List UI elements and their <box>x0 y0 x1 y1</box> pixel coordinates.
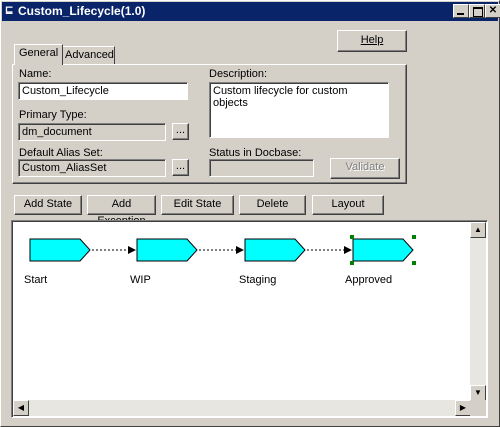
add-exception-button[interactable]: Add Exception <box>87 195 156 227</box>
scroll-up-arrow[interactable]: ▲ <box>470 222 486 238</box>
tab-general[interactable]: General <box>14 44 64 65</box>
alias-set-browse-button[interactable]: ... <box>172 159 189 176</box>
validate-button[interactable]: Validate <box>330 158 400 179</box>
vertical-scrollbar[interactable]: ▲ ▼ <box>470 222 486 401</box>
name-label: Name: <box>19 68 52 80</box>
scroll-down-arrow[interactable]: ▼ <box>470 385 486 401</box>
state-label-staging: Staging <box>239 274 277 286</box>
selection-handle[interactable] <box>350 235 354 239</box>
state-label-wip: WIP <box>130 274 151 286</box>
selection-handle[interactable] <box>350 261 354 265</box>
minimize-button[interactable] <box>453 4 469 18</box>
delete-button[interactable]: Delete <box>239 195 306 215</box>
selection-handle[interactable] <box>412 235 416 239</box>
state-label-start: Start <box>24 274 48 286</box>
add-state-button[interactable]: Add State <box>14 195 82 215</box>
maximize-button[interactable] <box>469 4 485 18</box>
lifecycle-window: ⊑ Custom_Lifecycle(1.0) ✕ Help General A… <box>0 0 500 427</box>
close-button[interactable]: ✕ <box>485 4 500 18</box>
primary-type-label: Primary Type: <box>19 109 87 121</box>
alias-set-label: Default Alias Set: <box>19 147 103 159</box>
scroll-right-arrow[interactable]: ▶ <box>455 400 471 416</box>
state-label-approved: Approved <box>345 274 393 286</box>
scrollbar-corner <box>470 400 486 416</box>
primary-type-field: dm_document <box>18 123 166 141</box>
app-icon[interactable]: ⊑ <box>5 5 15 17</box>
edit-state-button[interactable]: Edit State <box>161 195 234 215</box>
layout-button[interactable]: Layout <box>312 195 384 215</box>
help-label: Help <box>360 34 384 46</box>
name-input[interactable]: Custom_Lifecycle <box>18 82 188 100</box>
state-shape-wip[interactable] <box>136 238 198 262</box>
horizontal-scrollbar[interactable]: ◀ ▶ <box>13 400 471 416</box>
lifecycle-diagram <box>29 235 416 265</box>
alias-set-field: Custom_AliasSet <box>18 159 166 177</box>
title-bar[interactable]: ⊑ Custom_Lifecycle(1.0) ✕ <box>2 2 500 21</box>
description-textarea[interactable]: Custom lifecycle for custom objects <box>209 82 389 138</box>
help-button[interactable]: Help <box>337 30 407 52</box>
tab-advanced[interactable]: Advanced <box>60 46 115 65</box>
window-title: Custom_Lifecycle(1.0) <box>18 4 146 18</box>
status-field <box>209 159 314 177</box>
description-label: Description: <box>209 68 268 80</box>
selection-handle[interactable] <box>412 261 416 265</box>
state-shape-approved[interactable] <box>352 238 414 262</box>
scroll-left-arrow[interactable]: ◀ <box>13 400 29 416</box>
primary-type-browse-button[interactable]: ... <box>172 123 189 140</box>
status-label: Status in Docbase: <box>209 147 302 159</box>
lifecycle-diagram-canvas[interactable]: Start WIP Staging Approved ▲ ▼ ◀ ▶ <box>11 220 488 418</box>
state-shape-start[interactable] <box>29 238 91 262</box>
state-shape-staging[interactable] <box>244 238 306 262</box>
